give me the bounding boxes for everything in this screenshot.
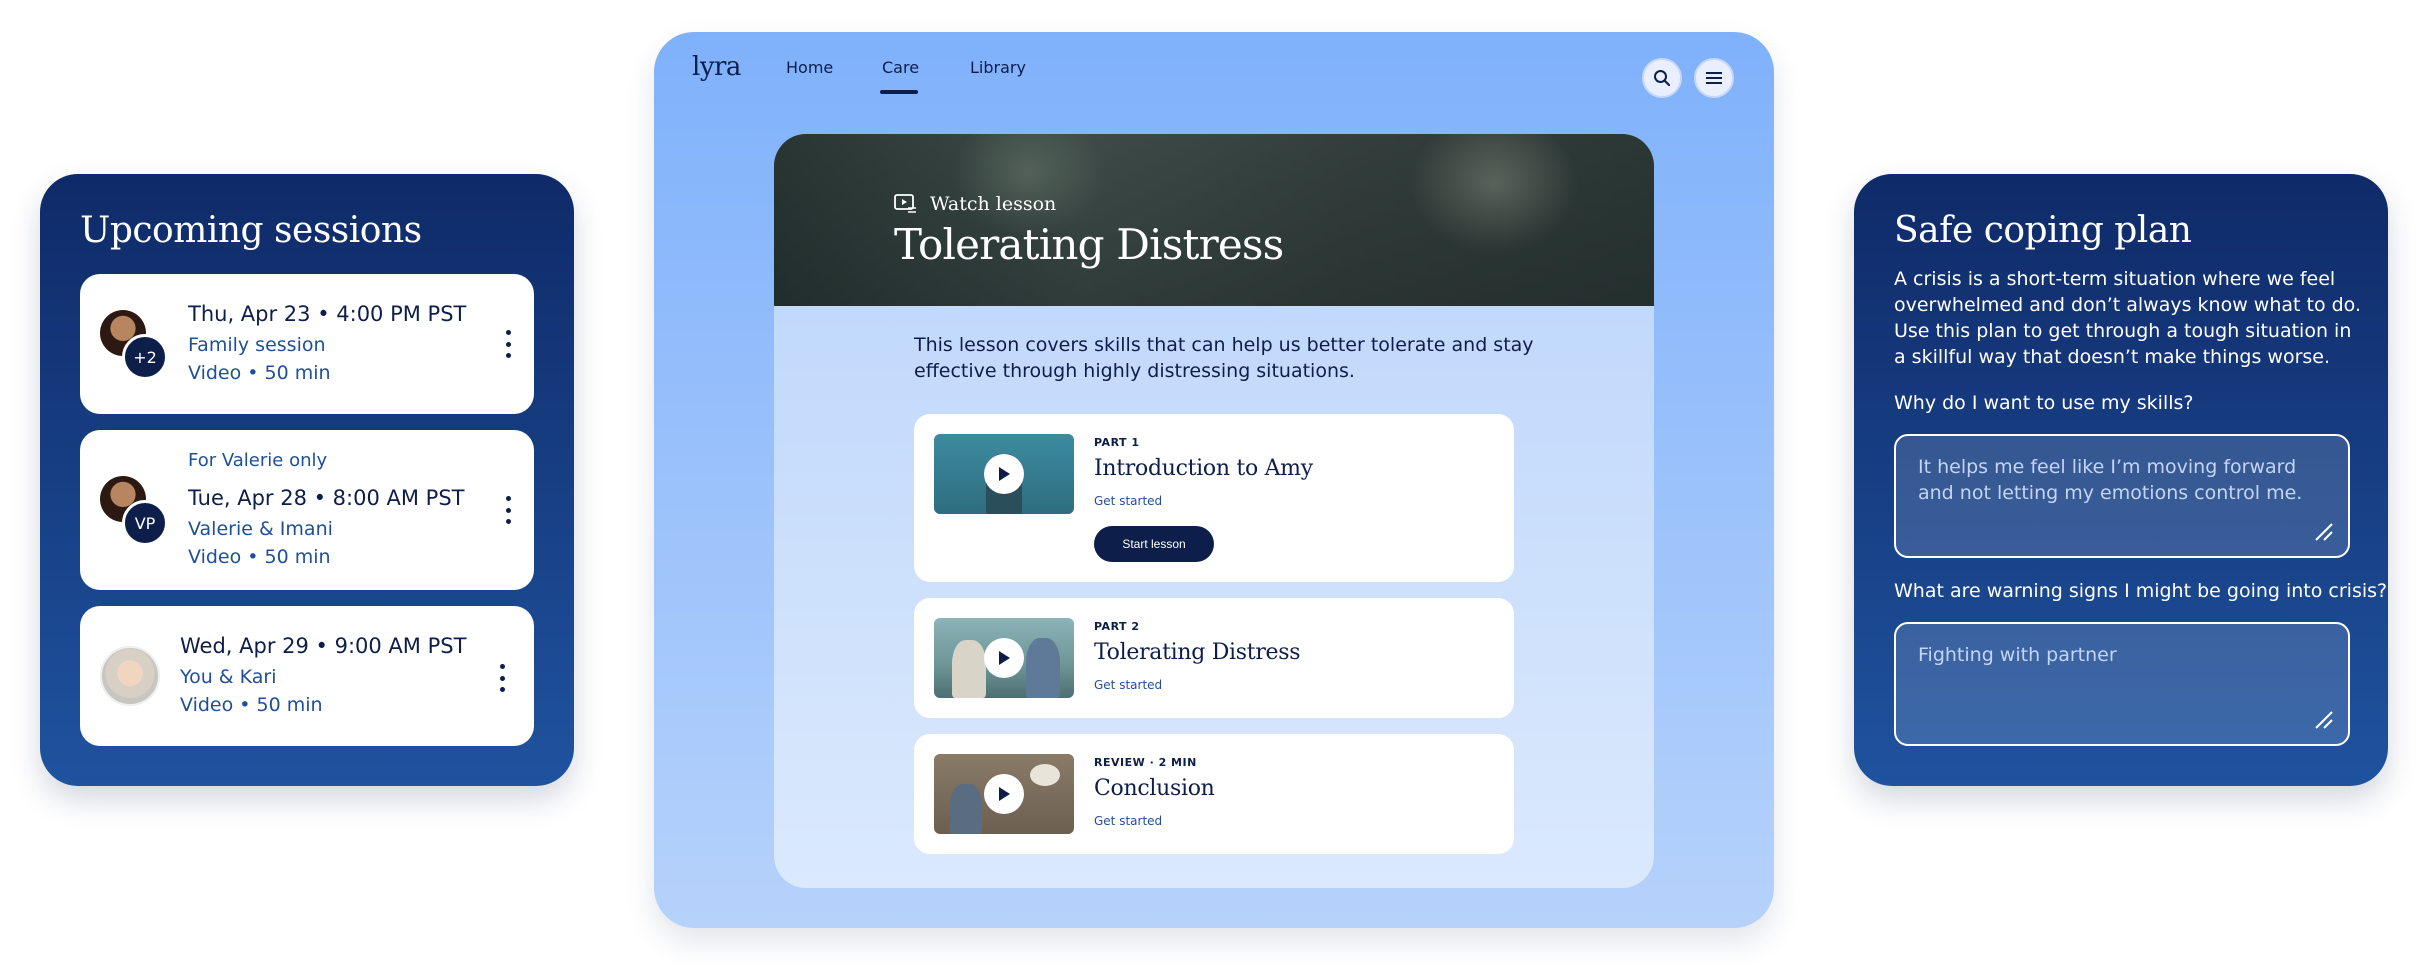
safe-coping-plan-card: Safe coping plan A crisis is a short-ter… <box>1854 174 2388 786</box>
get-started-link[interactable]: Get started <box>1094 814 1162 828</box>
kebab-icon[interactable] <box>504 330 512 358</box>
nav-library[interactable]: Library <box>970 58 1026 77</box>
start-lesson-button[interactable]: Start lesson <box>1094 526 1214 562</box>
session-date: Wed, Apr 29 • 9:00 AM PST <box>180 634 467 658</box>
lesson-part-title: Tolerating Distress <box>1094 640 1301 665</box>
play-icon <box>999 787 1010 801</box>
lesson-hero-image: Watch lesson Tolerating Distress <box>774 134 1654 306</box>
coping-title: Safe coping plan <box>1894 210 2192 251</box>
session-date: Tue, Apr 28 • 8:00 AM PST <box>188 486 465 510</box>
play-button[interactable] <box>984 454 1024 494</box>
lyra-logo[interactable]: lyra <box>692 52 741 82</box>
lesson-description: This lesson covers skills that can help … <box>914 334 1534 382</box>
lesson-part-label: REVIEW · 2 MIN <box>1094 756 1197 769</box>
watch-lesson-label: Watch lesson <box>930 193 1057 215</box>
session-detail: Video • 50 min <box>180 694 323 716</box>
nav-care[interactable]: Care <box>882 58 919 77</box>
avatar <box>100 646 160 706</box>
resize-icon[interactable] <box>2314 522 2334 542</box>
session-participants: Valerie & Imani <box>188 518 333 540</box>
lesson-part-title: Conclusion <box>1094 776 1215 801</box>
play-icon <box>999 467 1010 481</box>
coping-question: What are warning signs I might be going … <box>1894 580 2388 602</box>
session-card[interactable]: +2 Thu, Apr 23 • 4:00 PM PST Family sess… <box>80 274 534 414</box>
session-date: Thu, Apr 23 • 4:00 PM PST <box>188 302 467 326</box>
avatar-initials-badge: VP <box>122 500 168 546</box>
lesson-part-card[interactable]: PART 1 Introduction to Amy Get started S… <box>914 414 1514 582</box>
session-detail: Video • 50 min <box>188 546 331 568</box>
session-participants: You & Kari <box>180 666 277 688</box>
kebab-icon[interactable] <box>504 496 512 524</box>
lesson-part-label: PART 1 <box>1094 436 1140 449</box>
lesson-thumbnail[interactable] <box>934 754 1074 834</box>
lesson-thumbnail[interactable] <box>934 618 1074 698</box>
menu-icon <box>1706 72 1722 84</box>
play-button[interactable] <box>984 638 1024 678</box>
get-started-link[interactable]: Get started <box>1094 494 1162 508</box>
lyra-app-window: lyra Home Care Library Watch lesson Tole… <box>654 32 1774 928</box>
coping-question: Why do I want to use my skills? <box>1894 392 2194 414</box>
avatar-count-badge: +2 <box>122 334 168 380</box>
play-button[interactable] <box>984 774 1024 814</box>
lesson-title: Tolerating Distress <box>894 220 1284 269</box>
play-icon <box>999 651 1010 665</box>
lesson-panel: Watch lesson Tolerating Distress This le… <box>774 134 1654 888</box>
coping-answer-text[interactable]: Fighting with partner <box>1918 642 2328 668</box>
active-nav-indicator <box>880 90 918 94</box>
session-card[interactable]: Wed, Apr 29 • 9:00 AM PST You & Kari Vid… <box>80 606 534 746</box>
kebab-icon[interactable] <box>498 664 506 692</box>
session-participants: Family session <box>188 334 326 356</box>
coping-answer-field[interactable]: It helps me feel like I’m moving forward… <box>1894 434 2350 558</box>
session-eyebrow: For Valerie only <box>188 450 328 471</box>
coping-answer-text[interactable]: It helps me feel like I’m moving forward… <box>1918 454 2328 506</box>
upcoming-sessions-card: Upcoming sessions +2 Thu, Apr 23 • 4:00 … <box>40 174 574 786</box>
resize-icon[interactable] <box>2314 710 2334 730</box>
sessions-title: Upcoming sessions <box>80 210 422 251</box>
coping-answer-field[interactable]: Fighting with partner <box>1894 622 2350 746</box>
nav-home[interactable]: Home <box>786 58 833 77</box>
session-detail: Video • 50 min <box>188 362 331 384</box>
get-started-link[interactable]: Get started <box>1094 678 1162 692</box>
lesson-part-card[interactable]: REVIEW · 2 MIN Conclusion Get started <box>914 734 1514 854</box>
session-card[interactable]: For Valerie only VP Tue, Apr 28 • 8:00 A… <box>80 430 534 590</box>
menu-button[interactable] <box>1694 58 1734 98</box>
watch-lesson-icon <box>894 194 916 213</box>
lesson-thumbnail[interactable] <box>934 434 1074 514</box>
coping-description: A crisis is a short-term situation where… <box>1894 268 2362 368</box>
search-button[interactable] <box>1642 58 1682 98</box>
lesson-part-label: PART 2 <box>1094 620 1140 633</box>
lesson-part-title: Introduction to Amy <box>1094 456 1313 481</box>
search-icon <box>1654 70 1671 87</box>
lesson-part-card[interactable]: PART 2 Tolerating Distress Get started <box>914 598 1514 718</box>
